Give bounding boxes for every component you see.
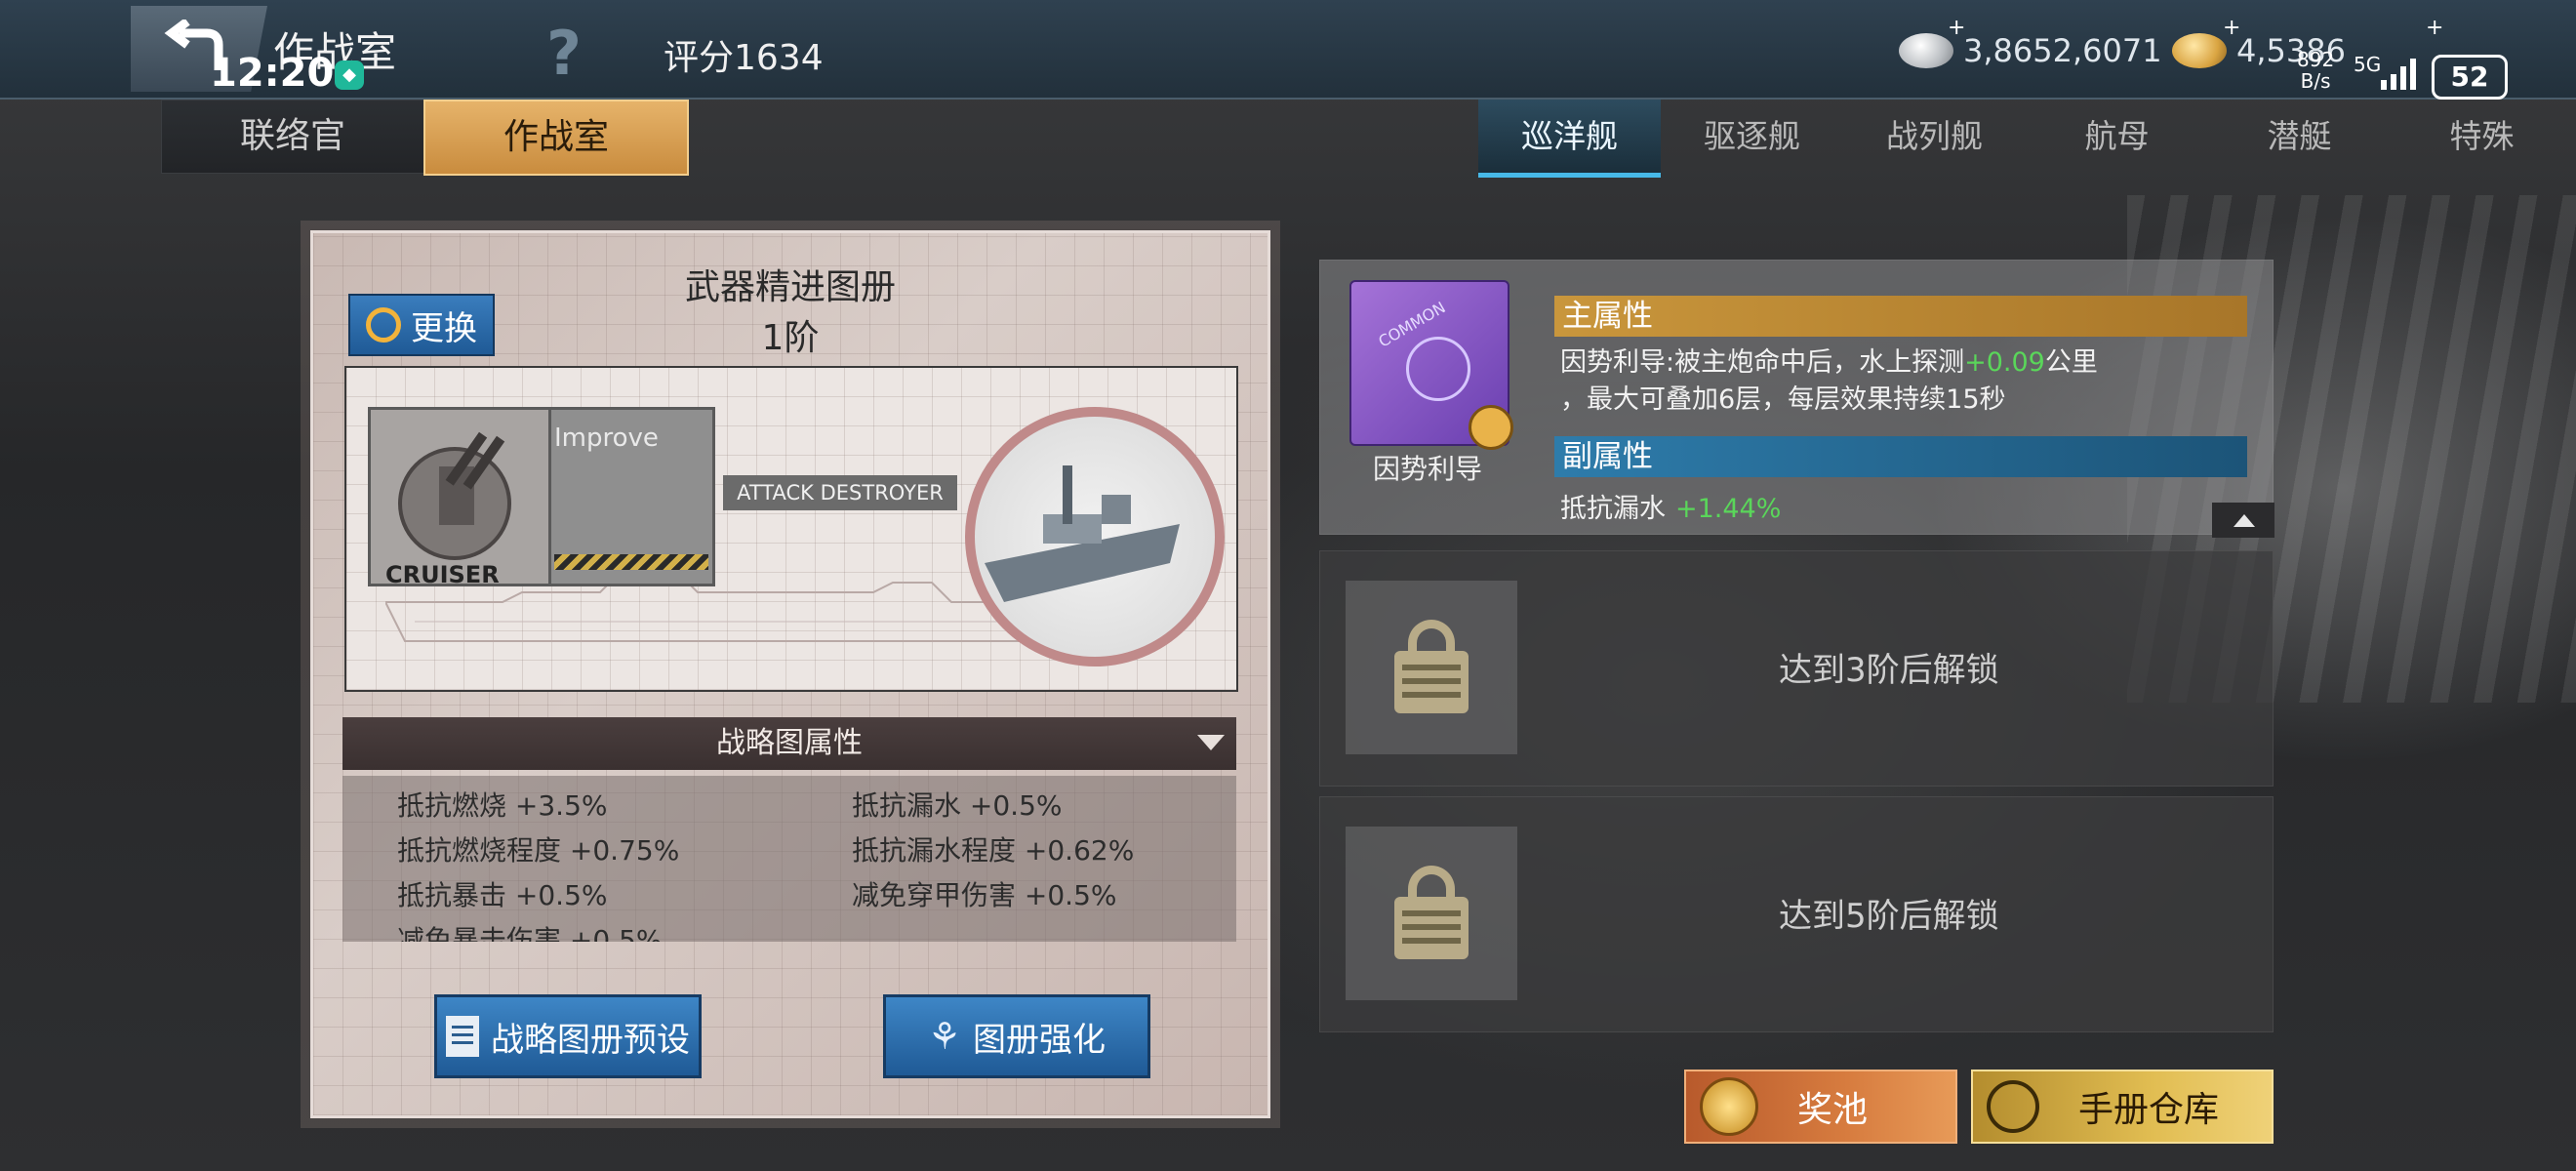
- attr-item: 抵抗暴击 +0.5%: [397, 879, 608, 911]
- tab-carrier[interactable]: 航母: [2026, 100, 2208, 178]
- shield-icon: ◆: [335, 61, 364, 90]
- gold-coin-icon: [2172, 33, 2227, 68]
- attr-item: 抵抗漏水程度 +0.62%: [852, 834, 1135, 867]
- silver-currency: 3,8652,6071: [1899, 29, 2162, 72]
- attr-item: 抵抗燃烧程度 +0.75%: [397, 834, 680, 867]
- sub-attr-value: +1.44%: [1675, 494, 1782, 524]
- document-icon: [446, 1016, 479, 1057]
- tab-war-room[interactable]: 作战室: [423, 100, 689, 176]
- net-speed-value: 892: [2297, 48, 2335, 71]
- turret-icon: [398, 431, 511, 560]
- tab-special[interactable]: 特殊: [2391, 100, 2573, 178]
- desc-text: 因势利导:被主炮命中后，水上探测: [1560, 347, 1965, 378]
- network-speed: 892 B/s: [2297, 49, 2334, 92]
- destroyer-icon: [985, 465, 1180, 602]
- signal-icon: [2381, 59, 2416, 90]
- enhance-label: 图册强化: [973, 1020, 1107, 1060]
- ship-diagram: Improve CRUISER ATTACK DESTROYER: [344, 366, 1238, 692]
- refresh-icon: [366, 307, 401, 343]
- swap-button[interactable]: 更换: [348, 294, 495, 356]
- tab-cruiser[interactable]: 巡洋舰: [1478, 100, 1661, 178]
- preset-label: 战略图册预设: [491, 1020, 690, 1060]
- desc-value: +0.09: [1964, 347, 2045, 378]
- battery-indicator: 52: [2432, 55, 2508, 100]
- pool-label: 奖池: [1797, 1090, 1869, 1130]
- network-type: 5G: [2354, 53, 2382, 76]
- improve-label: Improve: [554, 424, 659, 453]
- refresh-badge-icon[interactable]: [1469, 405, 1513, 450]
- cruiser-label: CRUISER: [385, 561, 500, 588]
- silver-value: 3,8652,6071: [1963, 32, 2162, 69]
- chevron-down-icon: [1197, 735, 1225, 750]
- attr-item: 减免穿甲伤害 +0.5%: [852, 879, 1117, 911]
- add-resource-icon[interactable]: +: [2426, 16, 2443, 40]
- main-attribute-header: 主属性: [1554, 296, 2247, 337]
- lock-icon: [1346, 827, 1517, 1000]
- ship-portrait: [965, 407, 1225, 666]
- sprout-icon: ⚘: [927, 1015, 962, 1058]
- compass-icon: [1987, 1080, 2039, 1133]
- tab-destroyer[interactable]: 驱逐舰: [1661, 100, 1843, 178]
- skill-name: 因势利导: [1372, 453, 1482, 485]
- sub-attribute: 抵抗漏水 +1.44%: [1560, 487, 1781, 525]
- sub-attribute-header: 副属性: [1554, 436, 2247, 477]
- locked-slot: 达到5阶后解锁: [1319, 796, 2274, 1032]
- top-bar: 作战室 12:20 ◆ ? 评分1634 + 3,8652,6071 + 4,5…: [0, 0, 2576, 100]
- handbook-warehouse-button[interactable]: 手册仓库: [1971, 1070, 2274, 1144]
- emblem-icon: [1406, 337, 1470, 401]
- warehouse-label: 手册仓库: [2078, 1090, 2220, 1130]
- attr-header-label: 战略图属性: [716, 726, 863, 760]
- prize-pool-button[interactable]: 奖池: [1684, 1070, 1957, 1144]
- desc-unit: 公里: [2044, 347, 2098, 378]
- lock-icon: [1346, 581, 1517, 754]
- strategy-attributes-header[interactable]: 战略图属性: [342, 717, 1236, 770]
- tab-battleship[interactable]: 战列舰: [1843, 100, 2026, 178]
- attr-column-right: 抵抗漏水 +0.5% 抵抗漏水程度 +0.62% 减免穿甲伤害 +0.5%: [852, 784, 1134, 918]
- silver-coin-icon: [1899, 33, 1953, 68]
- turret-image: [371, 410, 551, 584]
- strategy-attributes-list[interactable]: 抵抗燃烧 +3.5% 抵抗燃烧程度 +0.75% 抵抗暴击 +0.5% 减免暴击…: [342, 776, 1236, 942]
- attr-item: 抵抗燃烧 +3.5%: [397, 789, 608, 822]
- weapon-card[interactable]: Improve: [368, 407, 715, 586]
- tab-liaison-officer[interactable]: 联络官: [161, 100, 424, 174]
- atlas-enhance-button[interactable]: ⚘ 图册强化: [883, 994, 1150, 1078]
- rating-score: 评分1634: [664, 38, 824, 78]
- medal-icon: [1700, 1077, 1758, 1136]
- ship-type-tabs: 巡洋舰 驱逐舰 战列舰 航母 潜艇 特殊: [1478, 100, 2573, 178]
- tab-submarine[interactable]: 潜艇: [2208, 100, 2391, 178]
- attr-item: 抵抗漏水 +0.5%: [852, 789, 1063, 822]
- main-attribute-description: 因势利导:被主炮命中后，水上探测+0.09公里 ，最大可叠加6层，每层效果持续1…: [1560, 344, 2243, 419]
- desc-text-2: ，最大可叠加6层，每层效果持续15秒: [1560, 384, 2006, 415]
- unlock-requirement: 达到3阶后解锁: [1779, 651, 1999, 690]
- collapse-button[interactable]: [2212, 503, 2274, 538]
- locked-slot: 达到3阶后解锁: [1319, 550, 2274, 787]
- swap-label: 更换: [411, 308, 477, 348]
- attr-item: 减免暴击伤害 +0.5%: [397, 924, 663, 942]
- atlas-preset-button[interactable]: 战略图册预设: [434, 994, 702, 1078]
- net-speed-unit: B/s: [2300, 69, 2331, 93]
- weapon-atlas-panel: 武器精进图册 1阶 更换 Improve CRUISER ATTACK DEST…: [310, 230, 1270, 1118]
- help-icon[interactable]: ?: [546, 18, 582, 89]
- attack-destroyer-tag: ATTACK DESTROYER: [723, 475, 957, 510]
- sub-attr-name: 抵抗漏水: [1560, 494, 1666, 524]
- skill-book-icon[interactable]: COMMON: [1349, 280, 1513, 450]
- skill-card: COMMON 因势利导 主属性 因势利导:被主炮命中后，水上探测+0.09公里 …: [1319, 260, 2274, 538]
- unlock-requirement: 达到5阶后解锁: [1779, 897, 1999, 936]
- progress-hatch: [554, 554, 708, 570]
- attr-column-left: 抵抗燃烧 +3.5% 抵抗燃烧程度 +0.75% 抵抗暴击 +0.5% 减免暴击…: [397, 784, 679, 942]
- status-clock: 12:20: [210, 51, 335, 96]
